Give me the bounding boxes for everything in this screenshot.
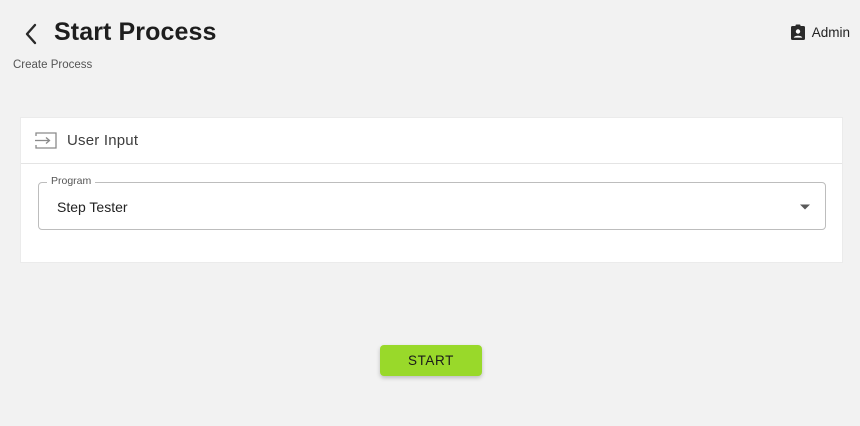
card-header: User Input: [21, 118, 842, 164]
page-title: Start Process: [54, 18, 217, 46]
user-menu[interactable]: Admin: [790, 24, 850, 41]
user-name: Admin: [811, 25, 850, 40]
card-title: User Input: [67, 132, 139, 149]
input-icon: [35, 132, 57, 149]
start-button[interactable]: START: [380, 345, 482, 376]
page: Start Process Create Process Admin User …: [0, 0, 860, 426]
user-input-card: User Input Program Step Tester: [20, 117, 843, 263]
back-button[interactable]: [18, 20, 44, 48]
badge-account-icon: [790, 24, 805, 40]
program-select-value: Step Tester: [57, 199, 128, 215]
program-select[interactable]: Program Step Tester: [38, 175, 826, 230]
program-select-label: Program: [47, 175, 96, 187]
chevron-left-icon[interactable]: [23, 23, 39, 45]
page-header: Start Process Create Process Admin: [0, 0, 860, 71]
arrow-drop-down-icon[interactable]: [799, 203, 811, 211]
page-subtitle: Create Process: [13, 59, 93, 71]
